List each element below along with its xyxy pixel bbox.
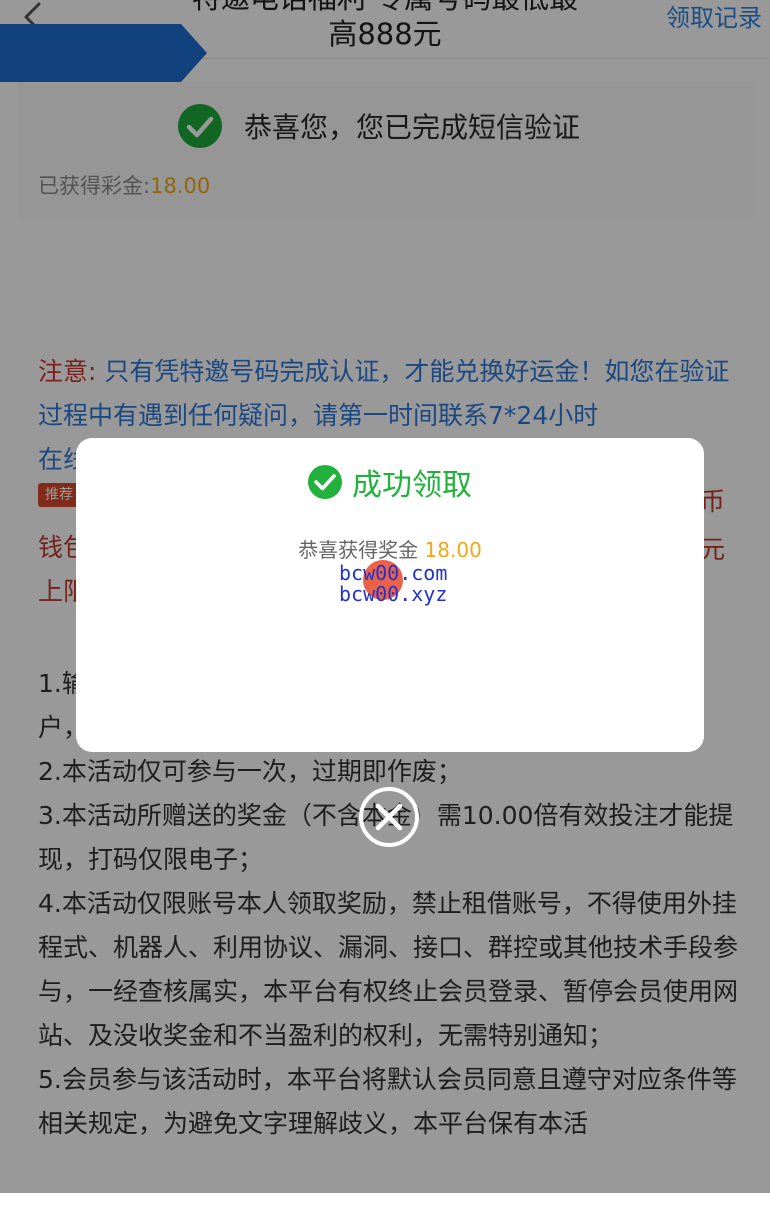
watermark-line-2: bcw00.xyz xyxy=(339,582,448,606)
bonus-label: 恭喜获得奖金 xyxy=(298,538,419,562)
dialog-title-text: 成功领取 xyxy=(352,468,472,503)
success-dialog: 成功领取 恭喜获得奖金 18.00 bcw00.com bcw00.xyz xyxy=(76,438,704,752)
close-circle-icon xyxy=(359,787,419,847)
dialog-body: 恭喜获得奖金 18.00 xyxy=(76,534,704,563)
watermark: bcw00.com bcw00.xyz xyxy=(339,563,449,605)
check-circle-icon xyxy=(308,465,342,499)
dialog-title: 成功领取 xyxy=(76,460,704,504)
bonus-amount: 18.00 xyxy=(424,538,482,562)
watermark-line-1: bcw00.com xyxy=(339,561,448,585)
close-dialog-button[interactable] xyxy=(358,786,420,848)
